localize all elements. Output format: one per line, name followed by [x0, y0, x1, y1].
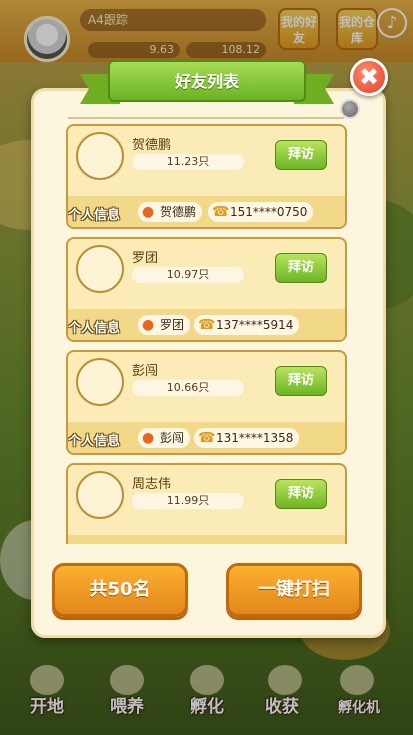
phone-icon: ☎: [212, 204, 230, 220]
modal-title: 好友列表: [108, 60, 306, 102]
phone-number: 137****5914: [216, 318, 294, 332]
phone-number: 151****0750: [230, 205, 308, 219]
contact-name: 贺德鹏: [160, 205, 197, 219]
friend-card: 彭闯 10.66只 拜访 个人信息 ● 彭闯 ☎ 131****1358: [66, 350, 347, 455]
modal-title-ribbon: 好友列表: [80, 60, 334, 112]
phone-chip: ☎ 151****0750: [208, 202, 314, 222]
friend-avatar: [76, 132, 124, 180]
friend-name: 彭闯: [132, 364, 159, 379]
phone-chip: ☎ 131****1358: [194, 428, 300, 448]
visit-button[interactable]: 拜访: [275, 366, 327, 396]
visit-button[interactable]: 拜访: [275, 253, 327, 283]
friend-avatar: [76, 471, 124, 519]
phone-number: 131****1358: [216, 431, 294, 445]
personal-info-label: 个人信息: [68, 321, 121, 336]
close-icon[interactable]: ✖: [350, 58, 388, 96]
friend-avatar: [76, 358, 124, 406]
contact-chip: ● 贺德鹏: [138, 202, 203, 222]
phone-icon: ☎: [198, 317, 216, 333]
friend-card: 贺德鹏 11.23只 拜访 个人信息 ● 贺德鹏 ☎ 151****0750: [66, 124, 347, 229]
person-icon: ●: [142, 430, 155, 446]
contact-chip: ● 彭闯: [138, 428, 191, 448]
friend-card: 罗团 10.97只 拜访 个人信息 ● 罗团 ☎ 137****5914: [66, 237, 347, 342]
personal-info-label: 个人信息: [68, 434, 121, 449]
friend-card: 周志伟 11.99只 拜访: [66, 463, 347, 544]
visit-button[interactable]: 拜访: [275, 140, 327, 170]
visit-button[interactable]: 拜访: [275, 479, 327, 509]
friend-name: 周志伟: [132, 477, 172, 492]
person-icon: ●: [142, 204, 155, 220]
friend-count: 11.99只: [132, 493, 244, 509]
phone-icon: ☎: [198, 430, 216, 446]
personal-info-label: 个人信息: [68, 208, 121, 223]
friend-count: 10.66只: [132, 380, 244, 396]
friend-avatar: [76, 245, 124, 293]
friend-list[interactable]: 贺德鹏 11.23只 拜访 个人信息 ● 贺德鹏 ☎ 151****0750 罗…: [66, 124, 347, 544]
card-info-stripe: [68, 535, 345, 544]
friend-name: 罗团: [132, 251, 159, 266]
scroll-knob[interactable]: [340, 99, 360, 119]
divider: [68, 117, 344, 119]
phone-chip: ☎ 137****5914: [194, 315, 300, 335]
sweep-all-button[interactable]: 一键打扫: [226, 563, 362, 617]
friend-count: 11.23只: [132, 154, 244, 170]
total-count-button[interactable]: 共50名: [52, 563, 188, 617]
contact-name: 罗团: [160, 318, 185, 332]
person-icon: ●: [142, 317, 155, 333]
friend-count: 10.97只: [132, 267, 244, 283]
friend-name: 贺德鹏: [132, 138, 172, 153]
contact-chip: ● 罗团: [138, 315, 191, 335]
contact-name: 彭闯: [160, 431, 185, 445]
